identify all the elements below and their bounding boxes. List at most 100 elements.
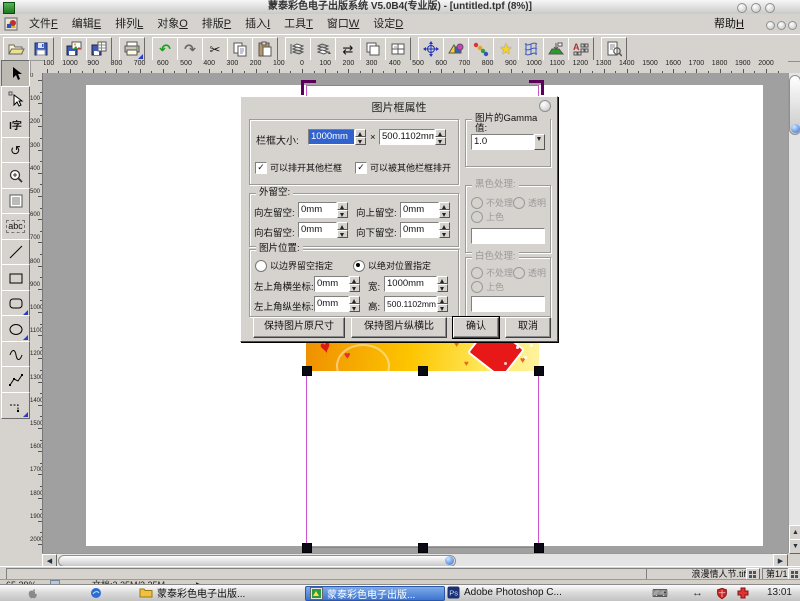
ellipse-tool[interactable] [1, 315, 30, 342]
selection-handle[interactable] [302, 366, 312, 376]
menu-item-l[interactable]: 排列L [108, 14, 150, 34]
apple-menu-icon[interactable] [26, 586, 39, 600]
menu-item-e[interactable]: 编辑E [65, 14, 108, 34]
mdi-minimize-button[interactable] [766, 21, 775, 30]
menu-item-o[interactable]: 对象O [150, 14, 195, 34]
direct-select-tool[interactable] [1, 86, 30, 113]
print-button[interactable] [119, 37, 145, 61]
mdi-close-button[interactable] [788, 21, 797, 30]
keyboard-icon[interactable]: ⌨ [652, 586, 668, 600]
height-value[interactable]: 500.1102mm [384, 296, 437, 312]
shapes-button[interactable] [443, 37, 469, 61]
send-to-back-button[interactable] [310, 37, 336, 61]
x-coordinate-field[interactable]: 0mm [314, 276, 360, 292]
y-coordinate-field[interactable]: 0mm [314, 296, 360, 312]
select-tool[interactable] [1, 60, 30, 87]
frame-width-spinner[interactable] [355, 129, 366, 145]
cancel-button[interactable]: 取消 [505, 317, 551, 338]
keep-aspect-ratio-button[interactable]: 保持图片纵横比 [351, 317, 447, 338]
gamma-select[interactable]: 1.0 [471, 134, 545, 150]
margin-left-value[interactable]: 0mm [298, 202, 337, 218]
mdi-restore-button[interactable] [777, 21, 786, 30]
save-button[interactable] [28, 37, 54, 61]
preview-button[interactable] [601, 37, 627, 61]
rectangle-tool[interactable] [1, 264, 30, 291]
rotate-tool[interactable]: ↺ [1, 137, 30, 164]
selection-handle[interactable] [418, 366, 428, 376]
taskbar-task-1[interactable]: 蒙泰彩色电子出版... [135, 586, 305, 599]
frame-top-edge[interactable] [306, 85, 539, 86]
vertical-scrollbar[interactable]: ▲ ▼ [788, 73, 800, 553]
frame-height-value[interactable]: 500.1102mm [379, 129, 435, 145]
margin-right-field[interactable]: 0mm [298, 222, 348, 238]
checkbox-check-icon[interactable]: ✓ [255, 162, 267, 174]
vscroll-thumb[interactable] [789, 75, 800, 135]
keep-original-size-button[interactable]: 保持图片原尺寸 [253, 317, 345, 338]
checkbox-check-icon[interactable]: ✓ [355, 162, 367, 174]
star-button[interactable]: ★ [493, 37, 519, 61]
menu-item-d[interactable]: 设定D [366, 14, 410, 34]
health-cross-icon[interactable] [737, 586, 749, 600]
by-absolute-radio[interactable]: 以绝对位置指定 [353, 259, 431, 272]
height-spinner[interactable] [437, 296, 448, 312]
path-tool[interactable] [1, 392, 30, 419]
selection-handle[interactable] [302, 543, 312, 553]
gamma-dropdown-button[interactable] [534, 134, 545, 150]
gamma-value[interactable]: 1.0 [471, 134, 534, 150]
margin-right-spinner[interactable] [337, 222, 348, 238]
horizontal-scrollbar[interactable]: ◀ ▶ [42, 553, 788, 567]
maximize-button[interactable] [751, 3, 761, 13]
margin-left-field[interactable]: 0mm [298, 202, 348, 218]
margin-top-field[interactable]: 0mm [400, 202, 450, 218]
x-coordinate-value[interactable]: 0mm [314, 276, 349, 292]
menu-item-help[interactable]: 帮助H [714, 14, 744, 34]
selection-handle[interactable] [534, 543, 544, 553]
close-button[interactable] [765, 3, 775, 13]
menu-item-w[interactable]: 窗口W [320, 14, 366, 34]
dialog-close-button[interactable] [539, 100, 551, 112]
frame-height-field[interactable]: 500.1102mm [379, 129, 446, 145]
document-tool[interactable] [1, 188, 30, 215]
color-palette-button[interactable] [468, 37, 494, 61]
width-field[interactable]: 1000mm [384, 276, 448, 292]
by-margin-radio[interactable]: 以边界留空指定 [255, 259, 333, 272]
selection-handle[interactable] [534, 366, 544, 376]
taskbar-task-2[interactable]: 蒙泰彩色电子出版... [305, 586, 445, 601]
cut-button[interactable]: ✂ [202, 37, 228, 61]
swap-order-button[interactable]: ⇄ [335, 37, 361, 61]
shield-icon[interactable] [716, 586, 728, 600]
line-tool[interactable] [1, 239, 30, 266]
frame-height-spinner[interactable] [435, 129, 446, 145]
scroll-up-button[interactable]: ▲ [789, 525, 800, 540]
copy-button[interactable] [227, 37, 253, 61]
menu-item-p[interactable]: 排版P [195, 14, 238, 34]
margin-top-spinner[interactable] [439, 202, 450, 218]
curve-tool[interactable] [1, 341, 30, 368]
center-object-button[interactable] [418, 37, 444, 61]
width-value[interactable]: 1000mm [384, 276, 437, 292]
menu-item-t[interactable]: 工具T [277, 14, 320, 34]
margin-top-value[interactable]: 0mm [400, 202, 439, 218]
undo-button[interactable]: ↶ [152, 37, 178, 61]
ok-button[interactable]: 确认 [453, 317, 499, 338]
menu-item-f[interactable]: 文件F [22, 14, 65, 34]
push-others-checkbox[interactable]: ✓ 可以排开其他栏框 [255, 161, 342, 174]
combine-button[interactable] [385, 37, 411, 61]
zoom-tool[interactable] [1, 162, 30, 189]
height-field[interactable]: 500.1102mm [384, 296, 448, 312]
rounded-rectangle-tool[interactable] [1, 290, 30, 317]
resize-arrows-icon[interactable]: ↔ [692, 586, 703, 600]
frame-width-field[interactable]: 1000mm [308, 129, 366, 145]
margin-bottom-spinner[interactable] [439, 222, 450, 238]
taskbar-task-3[interactable]: PsAdobe Photoshop C... [443, 586, 601, 599]
import-image-button[interactable] [61, 37, 87, 61]
margin-bottom-value[interactable]: 0mm [400, 222, 439, 238]
paste-button[interactable] [252, 37, 278, 61]
cascade-button[interactable] [360, 37, 386, 61]
bring-to-front-button[interactable] [285, 37, 311, 61]
save-template-button[interactable] [86, 37, 112, 61]
text-block-tool[interactable]: abc [1, 213, 30, 240]
x-coordinate-spinner[interactable] [349, 276, 360, 292]
pushed-by-others-checkbox[interactable]: ✓ 可以被其他栏框排开 [355, 161, 451, 174]
y-coordinate-spinner[interactable] [349, 296, 360, 312]
